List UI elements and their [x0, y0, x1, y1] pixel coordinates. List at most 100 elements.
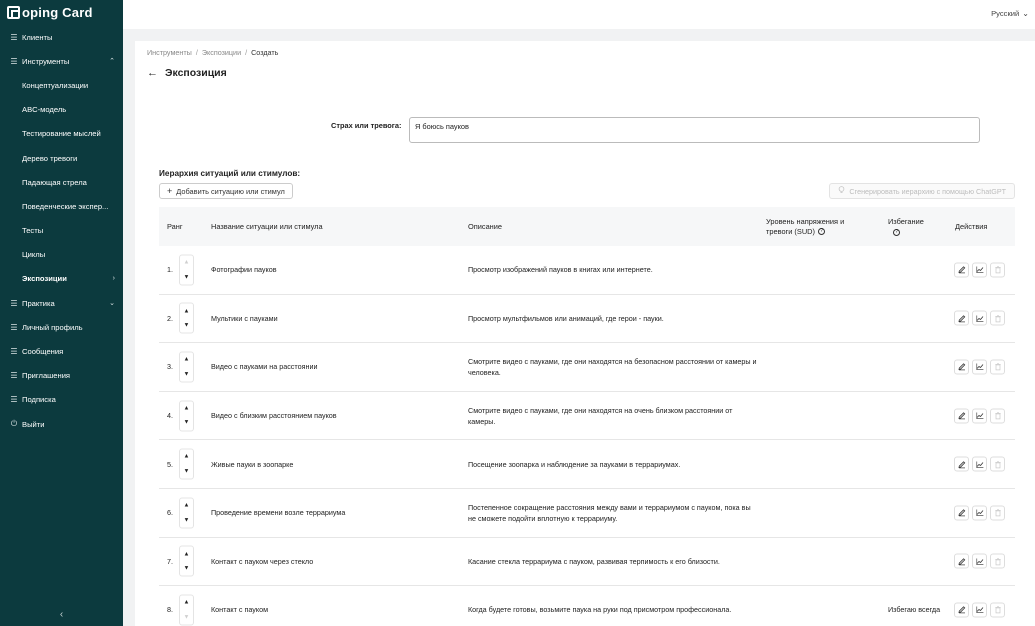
edit-icon[interactable] [954, 505, 969, 521]
chart-icon[interactable] [972, 408, 987, 424]
delete-icon[interactable] [990, 602, 1005, 618]
sidebar-item-0[interactable]: ☰ Клиенты [0, 25, 123, 49]
move-up-icon[interactable]: ▲ [180, 304, 193, 319]
move-down-icon[interactable]: ▼ [180, 367, 193, 382]
move-up-icon[interactable]: ▲ [180, 595, 193, 610]
logo[interactable]: oping Card [0, 0, 123, 25]
sidebar-item-11[interactable]: ☰ Практика ⌄ [0, 291, 123, 315]
sidebar-item-16[interactable]: ⏻ Выйти [0, 412, 123, 436]
move-up-icon[interactable]: ▲ [180, 352, 193, 367]
row-description: Касание стекла террариума с пауком, разв… [468, 556, 720, 566]
breadcrumb: Инструменты / Экспозиции / Создать [147, 48, 279, 57]
sidebar-item-label: Личный профиль [22, 322, 83, 332]
help-icon[interactable]: ? [817, 228, 825, 236]
row-sud [766, 538, 876, 586]
list-icon: ☰ [10, 32, 18, 42]
move-up-icon[interactable]: ▲ [180, 498, 193, 513]
list-icon: ☰ [10, 371, 18, 381]
page-title: Экспозиция [165, 67, 227, 79]
row-avoidance [888, 295, 942, 343]
chart-icon[interactable] [972, 505, 987, 521]
delete-icon[interactable] [990, 408, 1005, 424]
sidebar-item-2[interactable]: Концептуализации [0, 73, 123, 97]
add-situation-button[interactable]: + Добавить ситуацию или стимул [159, 183, 293, 199]
sidebar-nav: ☰ Клиенты ☰ Инструменты ⌃ Концептуализации ABC… [0, 25, 123, 436]
move-down-icon[interactable]: ▼ [180, 318, 193, 333]
row-rank: 6. [167, 508, 173, 518]
sidebar-item-label: Концептуализации [22, 80, 89, 90]
collapse-sidebar-icon[interactable]: ‹ [0, 609, 123, 620]
sidebar-item-label: Циклы [22, 250, 46, 260]
edit-icon[interactable] [954, 408, 969, 424]
language-select[interactable]: Русский ⌄ [991, 9, 1029, 18]
edit-icon[interactable] [954, 310, 969, 326]
chart-icon[interactable] [972, 456, 987, 472]
delete-icon[interactable] [990, 262, 1005, 278]
lightbulb-icon [838, 186, 845, 196]
row-sud [766, 343, 876, 391]
sidebar-item-6[interactable]: Падающая стрела [0, 170, 123, 194]
sidebar-item-5[interactable]: Дерево тревоги [0, 146, 123, 170]
table-body: 1. ▲ ▼ Фотографии пауков Просмотр изображени… [159, 246, 1015, 626]
move-down-icon[interactable]: ▼ [180, 464, 193, 479]
chart-icon[interactable] [972, 310, 987, 326]
row-name: Контакт с пауком [211, 605, 269, 615]
edit-icon[interactable] [954, 553, 969, 569]
move-down-icon[interactable]: ▼ [180, 513, 193, 528]
hierarchy-title: Иерархия ситуаций или стимулов: [159, 169, 301, 178]
sidebar-item-9[interactable]: Циклы [0, 243, 123, 267]
move-down-icon[interactable]: ▼ [180, 416, 193, 431]
move-down-icon[interactable]: ▼ [180, 561, 193, 576]
sidebar-item-label: Дерево тревоги [22, 153, 78, 163]
header-sud-label: Уровень напряжения и тревоги (SUD) [766, 216, 845, 236]
move-up-icon[interactable]: ▲ [180, 255, 193, 270]
rank-stepper: ▲ ▼ [179, 302, 194, 334]
sidebar-item-4[interactable]: Тестирование мыслей [0, 122, 123, 146]
chart-icon[interactable] [972, 359, 987, 375]
move-up-icon[interactable]: ▲ [180, 401, 193, 416]
help-icon[interactable]: ? [893, 229, 900, 236]
edit-icon[interactable] [954, 456, 969, 472]
move-down-icon[interactable]: ▼ [180, 610, 193, 625]
table-row: 5. ▲ ▼ Живые пауки в зоопарке Посещение зооп… [159, 440, 1015, 489]
sidebar-item-1[interactable]: ☰ Инструменты ⌃ [0, 49, 123, 73]
move-up-icon[interactable]: ▲ [180, 450, 193, 465]
chevron-icon: ⌄ [109, 300, 115, 308]
sidebar-item-12[interactable]: ☰ Личный профиль [0, 315, 123, 339]
breadcrumb-item-exposures[interactable]: Экспозиции [202, 48, 241, 57]
row-description: Когда будете готовы, возьмите паука на р… [468, 605, 732, 615]
delete-icon[interactable] [990, 553, 1005, 569]
row-actions [954, 553, 1005, 569]
delete-icon[interactable] [990, 359, 1005, 375]
sidebar-item-14[interactable]: ☰ Приглашения [0, 364, 123, 388]
generate-hierarchy-button[interactable]: Сгенерировать иерархию с помощью ChatGPT [829, 183, 1015, 199]
chart-icon[interactable] [972, 602, 987, 618]
delete-icon[interactable] [990, 505, 1005, 521]
breadcrumb-item-tools[interactable]: Инструменты [147, 48, 192, 57]
sidebar-item-15[interactable]: ☰ Подписка [0, 388, 123, 412]
delete-icon[interactable] [990, 310, 1005, 326]
sidebar-item-10[interactable]: Экспозиции › [0, 267, 123, 291]
edit-icon[interactable] [954, 359, 969, 375]
chart-icon[interactable] [972, 553, 987, 569]
rank-stepper: ▲ ▼ [179, 448, 194, 480]
fear-input[interactable] [409, 117, 980, 143]
move-up-icon[interactable]: ▲ [180, 547, 193, 562]
sidebar-item-label: Тестирование мыслей [22, 129, 101, 139]
table-row: 7. ▲ ▼ Контакт с пауком через стекло Касание… [159, 538, 1015, 587]
back-arrow-icon[interactable]: ← [147, 67, 158, 79]
edit-icon[interactable] [954, 602, 969, 618]
sidebar-item-8[interactable]: Тесты [0, 219, 123, 243]
delete-icon[interactable] [990, 456, 1005, 472]
title-row: ← Экспозиция [147, 67, 227, 79]
sidebar-item-13[interactable]: ☰ Сообщения [0, 339, 123, 363]
edit-icon[interactable] [954, 262, 969, 278]
chart-icon[interactable] [972, 262, 987, 278]
sidebar-item-3[interactable]: ABC-модель [0, 98, 123, 122]
row-sud [766, 440, 876, 488]
row-name: Видео с пауками на расстоянии [211, 362, 318, 372]
row-actions [954, 359, 1005, 375]
row-name: Проведение времени возле террариума [211, 508, 346, 518]
sidebar-item-7[interactable]: Поведенческие экспер... [0, 194, 123, 218]
move-down-icon[interactable]: ▼ [180, 270, 193, 285]
